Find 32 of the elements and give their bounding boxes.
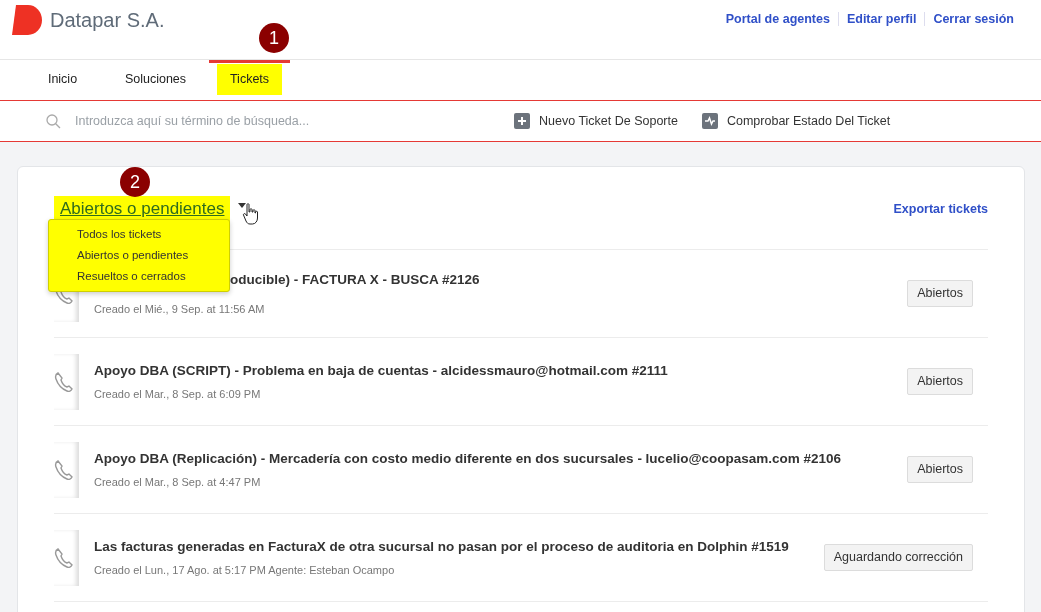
action-button[interactable]: Comprobar Estado Del Ticket	[701, 111, 891, 131]
ticket-title[interactable]: Las facturas generadas en FacturaX de otra sucursal no pasan por el proceso de auditoria en Dolphin #1519	[94, 536, 789, 557]
dropdown-item[interactable]: Abiertos o pendientes	[49, 244, 229, 266]
header-link[interactable]: Portal de agentes	[725, 10, 830, 29]
filter-dropdown[interactable]: Abiertos o pendientes	[54, 196, 231, 222]
brand-name: Datapar S.A.	[50, 8, 165, 33]
nav-tab[interactable]: Inicio	[22, 58, 103, 99]
header-link[interactable]: Cerrar sesión	[933, 10, 1014, 29]
pulse-icon	[701, 113, 718, 129]
header-link[interactable]: Editar perfil	[846, 10, 917, 29]
step-marker: 1	[259, 23, 289, 53]
caret-icon	[238, 202, 247, 208]
step-marker: 2	[120, 167, 150, 197]
ticket-title[interactable]: Apoyo DBA (Replicación) - Mercadería con costo medio diferente en dos sucursales - lucelio@coopasam.com #2106	[94, 448, 842, 469]
search-icon	[46, 113, 61, 129]
dropdown-item[interactable]: Resueltos o cerrados	[49, 265, 229, 287]
ticket-meta: Creado el Lun., 17 Ago. at 5:17 PM Agente: Esteban Ocampo	[94, 562, 396, 578]
plus-icon	[514, 113, 530, 129]
action-button[interactable]: Nuevo Ticket De Soporte	[514, 111, 678, 131]
status-badge: Abiertos	[907, 456, 973, 483]
hand-cursor-icon	[242, 203, 259, 225]
ticket-meta: Creado el Mar., 8 Sep. at 6:09 PM	[94, 386, 262, 402]
ticket-title[interactable]: Apoyo DBA (SCRIPT) - Problema en baja de cuentas - alcidessmauro@hotmail.com #2111	[94, 360, 668, 381]
ticket-meta: Creado el Mar., 8 Sep. at 4:47 PM	[94, 474, 262, 490]
nav-tab[interactable]: Soluciones	[115, 58, 196, 99]
status-badge: Abiertos	[907, 280, 973, 307]
status-badge: Abiertos	[907, 368, 973, 395]
export-link[interactable]: Exportar tickets	[893, 199, 988, 219]
ticket-meta: Creado el Mié., 9 Sep. at 11:56 AM	[94, 301, 266, 317]
logo-icon	[12, 5, 42, 35]
dropdown-item[interactable]: Todos los tickets	[49, 224, 229, 245]
status-badge: Aguardando corrección	[823, 544, 973, 571]
